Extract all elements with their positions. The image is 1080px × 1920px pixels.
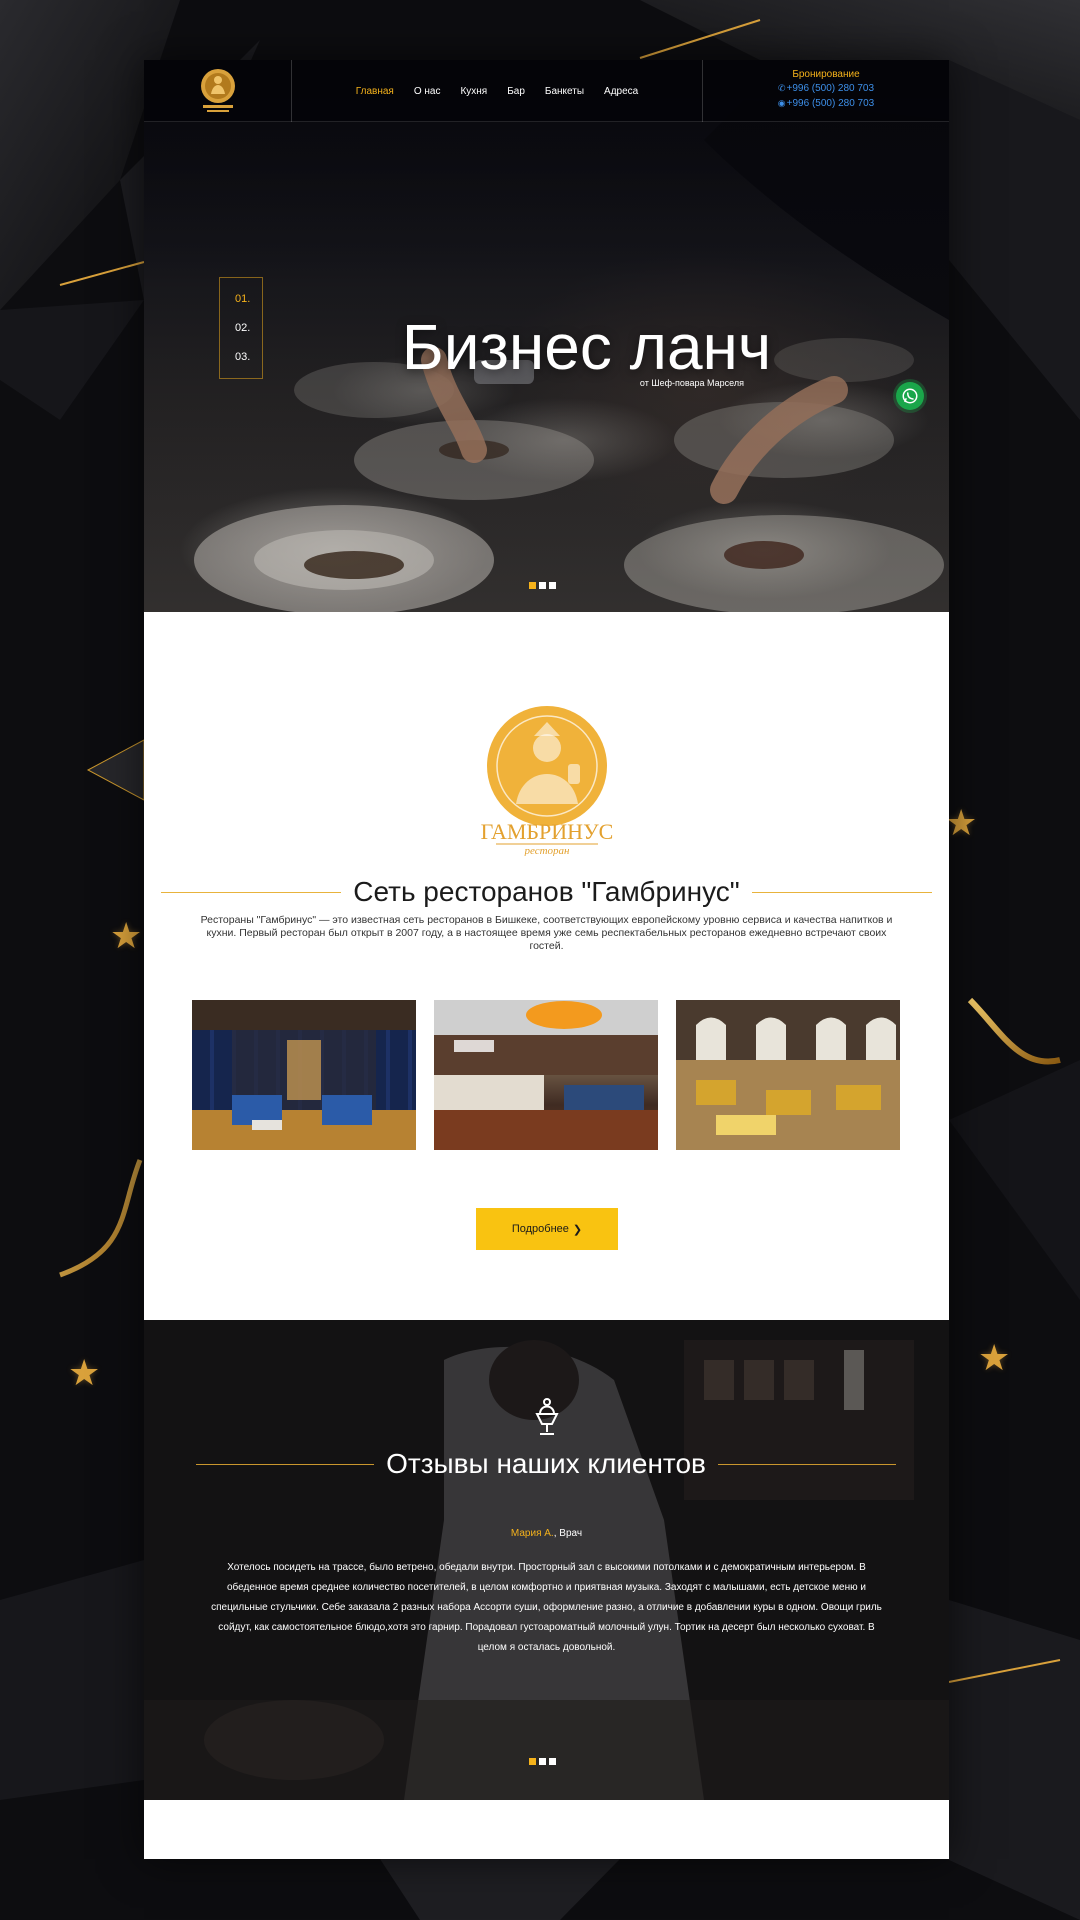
pagination-dot[interactable] <box>549 1758 556 1765</box>
site-header: Главная О нас Кухня Бар Банкеты Адреса Б… <box>144 60 949 122</box>
whatsapp-button[interactable] <box>896 382 924 410</box>
more-button[interactable]: Подробнее ❯ <box>476 1208 618 1250</box>
booking-block: Бронирование ✆+996 (500) 280 703 ◉+996 (… <box>702 60 949 122</box>
reviewer-name: Мария А. <box>510 1528 554 1539</box>
website-frame: Главная О нас Кухня Бар Банкеты Адреса Б… <box>144 60 949 1859</box>
reviews-title-row: Отзывы наших клиентов <box>196 1448 896 1480</box>
reviews-section: Отзывы наших клиентов Мария А., Врач Хот… <box>144 1320 949 1800</box>
title-divider <box>161 891 342 893</box>
star-icon: ★ <box>110 915 143 956</box>
ice-cream-icon <box>535 1398 559 1435</box>
hero-pagination <box>529 582 556 589</box>
logo-icon <box>200 69 235 112</box>
nav-item-bar[interactable]: Бар <box>507 86 525 97</box>
slide-number[interactable]: 01. <box>220 293 262 305</box>
title-divider <box>196 1463 375 1465</box>
whatsapp-icon: ◉ <box>777 98 786 108</box>
about-title: Сеть ресторанов "Гамбринус" <box>353 876 740 907</box>
nav-item-about[interactable]: О нас <box>414 86 441 97</box>
about-section: ГАМБРИНУС ресторан Сеть ресторанов "Гамб… <box>144 612 949 1320</box>
gallery-photo[interactable] <box>676 1000 900 1150</box>
header-logo[interactable] <box>144 60 292 122</box>
main-nav: Главная О нас Кухня Бар Банкеты Адреса <box>292 60 702 122</box>
nav-item-home[interactable]: Главная <box>356 86 394 97</box>
about-description: Рестораны "Гамбринус" — это известная се… <box>200 914 893 952</box>
chevron-right-icon: ❯ <box>572 1223 583 1236</box>
review-text: Хотелось посидеть на трассе, было ветрен… <box>211 1562 882 1653</box>
reviewer-role: , Врач <box>553 1528 583 1539</box>
booking-title: Бронирование <box>792 69 860 80</box>
nav-item-kitchen[interactable]: Кухня <box>460 86 487 97</box>
gallery-photo[interactable] <box>192 1000 416 1150</box>
reviewer: Мария А., Врач <box>144 1528 949 1539</box>
whatsapp-icon <box>902 388 918 404</box>
hero-section: Главная О нас Кухня Бар Банкеты Адреса Б… <box>144 60 949 612</box>
star-icon: ★ <box>68 1352 101 1393</box>
title-divider <box>717 1463 896 1465</box>
pagination-dot[interactable] <box>539 582 546 589</box>
nav-item-banquets[interactable]: Банкеты <box>545 86 584 97</box>
about-title-row: Сеть ресторанов "Гамбринус" <box>161 876 932 908</box>
logo-text: ГАМБРИНУС <box>481 819 614 844</box>
star-icon: ★ <box>945 802 978 843</box>
booking-phone[interactable]: ✆+996 (500) 280 703 <box>703 81 949 96</box>
gallery-photo[interactable] <box>434 1000 658 1150</box>
phone-icon: ✆ <box>777 83 786 93</box>
booking-whatsapp[interactable]: ◉+996 (500) 280 703 <box>703 96 949 111</box>
hero-title: Бизнес ланч <box>401 311 772 383</box>
reviews-title: Отзывы наших клиентов <box>386 1448 706 1479</box>
star-icon: ★ <box>978 1337 1011 1378</box>
restaurant-logo: ГАМБРИНУС ресторан <box>481 706 614 856</box>
pagination-dot[interactable] <box>539 1758 546 1765</box>
logo-subtext: ресторан <box>523 845 570 856</box>
title-divider <box>751 891 932 893</box>
nav-item-addresses[interactable]: Адреса <box>604 86 638 97</box>
pagination-dot[interactable] <box>529 582 536 589</box>
reviews-pagination <box>529 1758 556 1765</box>
footer <box>144 1800 949 1859</box>
pagination-dot[interactable] <box>529 1758 536 1765</box>
hero-subtitle: от Шеф-повара Марселя <box>639 378 744 388</box>
restaurant-gallery <box>192 1000 902 1150</box>
pagination-dot[interactable] <box>549 582 556 589</box>
